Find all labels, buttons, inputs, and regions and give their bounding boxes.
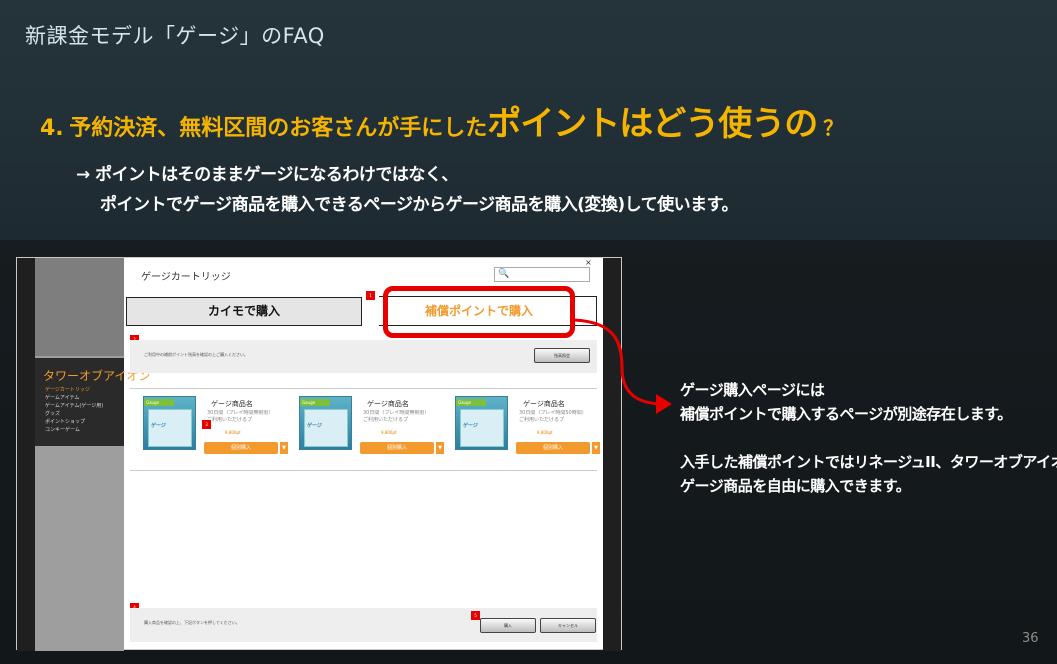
marker-1: 1 <box>366 291 375 300</box>
divider <box>130 470 597 471</box>
sidebar-menu-list: ゲージカートリッジ ゲームアイテム ゲームアイテム(ゲージ用) グッズ ポイント… <box>45 386 103 434</box>
embedded-screenshot: タワーオブアイオン ゲージカートリッジ ゲームアイテム ゲームアイテム(ゲージ用… <box>16 257 622 651</box>
search-input[interactable]: 🔍 <box>494 267 590 282</box>
highlight-frame <box>383 286 575 338</box>
product-card: Gauge ゲージ ゲージ商品名 30日間（プレイ時間無制限）ご利用いただけるプ… <box>143 396 293 460</box>
callout-line-4: ゲージ商品を自由に購入できます。 <box>680 477 911 495</box>
marker-5: 5 <box>471 611 480 620</box>
divider <box>130 388 597 389</box>
page-number: 36 <box>1022 631 1039 646</box>
sidebar-item-gauge-cartridge[interactable]: ゲージカートリッジ <box>45 386 103 394</box>
product-description: 30日間（プレイ時間無制限）ご利用いただけるプ <box>363 410 430 423</box>
answer-line-1: ポイントはそのままゲージになるわけではなく、 <box>95 165 458 185</box>
chevron-down-icon[interactable]: ▼ <box>591 442 600 454</box>
product-thumbnail: Gauge ゲージ <box>143 396 196 450</box>
answer-arrow-icon: → <box>76 165 90 185</box>
product-name: ゲージ商品名 <box>367 400 409 408</box>
window-title: ゲージカートリッジ <box>141 272 231 283</box>
callout-line-3: 入手した補償ポイントではリネージュII、タワーオブアイオン <box>680 453 1057 471</box>
callout-text: ゲージ購入ページには 補償ポイントで購入するページが別途存在します。 入手した補… <box>680 378 1057 498</box>
balance-notice: ご利用中の補償ポイント残高を確認の上ご購入ください。 <box>144 352 248 357</box>
purchase-notice: 購入商品を確認の上、下記ボタンを押してください。 <box>144 620 240 625</box>
product-name: ゲージ商品名 <box>211 400 253 408</box>
product-tag: Gauge <box>144 399 174 406</box>
product-card: Gauge ゲージ ゲージ商品名 30日間（プレイ時間無制限）ご利用いただけるプ… <box>299 396 449 460</box>
product-thumb-label: ゲージ <box>307 423 322 429</box>
product-thumb-label: ゲージ <box>463 423 478 429</box>
question-number: 4. <box>40 116 64 141</box>
screenshot-sidebar: タワーオブアイオン ゲージカートリッジ ゲームアイテム ゲームアイテム(ゲージ用… <box>35 258 150 651</box>
callout-spacer <box>680 426 1057 450</box>
deck-title: 新課金モデル「ゲージ」のFAQ <box>25 24 325 48</box>
question-part-a: 予約決済、無料区間のお客さんが手にした <box>69 116 488 141</box>
cancel-button[interactable]: キャンセル <box>540 618 596 633</box>
callout-arrow-icon <box>573 318 672 414</box>
product-price: 9,800pt <box>537 430 553 435</box>
tab-kaimo-purchase[interactable]: カイモで購入 <box>126 297 362 326</box>
answer-text: → ポイントはそのままゲージになるわけではなく、 ポイントでゲージ商品を購入でき… <box>76 160 738 220</box>
product-thumb-inner: ゲージ <box>460 409 504 447</box>
sidebar-item-goods[interactable]: グッズ <box>45 410 103 418</box>
purchase-button[interactable]: 購入 <box>480 618 536 633</box>
purchase-bar: 購入商品を確認の上、下記ボタンを押してください。 購入 キャンセル <box>130 608 597 642</box>
question-part-b: ポイントはどう使うの <box>487 104 818 144</box>
callout-line-2: 補償ポイントで購入するページが別途存在します。 <box>680 405 1012 423</box>
product-thumbnail: Gauge ゲージ <box>299 396 352 450</box>
product-thumb-inner: ゲージ <box>304 409 348 447</box>
buy-button[interactable]: 個別購入 <box>204 442 278 454</box>
screenshot-left-border <box>17 258 35 651</box>
chevron-down-icon[interactable]: ▼ <box>435 442 444 454</box>
callout-line-1: ゲージ購入ページには <box>680 381 825 399</box>
sidebar-item-game-items[interactable]: ゲームアイテム <box>45 394 103 402</box>
product-thumb-label: ゲージ <box>151 423 166 429</box>
product-price: 9,800pt <box>381 430 397 435</box>
chevron-down-icon[interactable]: ▼ <box>279 442 288 454</box>
sidebar-item-konki-game[interactable]: コンキーゲーム <box>45 426 103 434</box>
question-mark: ？ <box>823 116 844 140</box>
sidebar-banner <box>35 258 124 356</box>
buy-button[interactable]: 個別購入 <box>516 442 590 454</box>
product-name: ゲージ商品名 <box>523 400 565 408</box>
balance-bar: ご利用中の補償ポイント残高を確認の上ご購入ください。 残高照会 <box>130 340 597 373</box>
answer-line-2: ポイントでゲージ商品を購入できるページからゲージ商品を購入(変換)して使います。 <box>100 195 738 215</box>
product-price: 9,800pt <box>225 430 241 435</box>
sidebar-menu: タワーオブアイオン ゲージカートリッジ ゲームアイテム ゲームアイテム(ゲージ用… <box>35 358 150 446</box>
marker-3: 3 <box>202 420 211 429</box>
product-tag: Gauge <box>300 399 330 406</box>
question-heading: 4. 予約決済、無料区間のお客さんが手にしたポイントはどう使うの？ <box>40 96 843 145</box>
buy-button[interactable]: 個別購入 <box>360 442 434 454</box>
product-thumbnail: Gauge ゲージ <box>455 396 508 450</box>
search-icon: 🔍 <box>498 269 510 279</box>
sidebar-item-game-items-gauge[interactable]: ゲームアイテム(ゲージ用) <box>45 402 103 410</box>
product-tag: Gauge <box>456 399 486 406</box>
sidebar-item-point-shop[interactable]: ポイントショップ <box>45 418 103 426</box>
product-description: 30日間（プレイ時間無制限）ご利用いただけるプ <box>207 410 274 423</box>
close-icon[interactable]: × <box>585 258 592 267</box>
product-thumb-inner: ゲージ <box>148 409 192 447</box>
